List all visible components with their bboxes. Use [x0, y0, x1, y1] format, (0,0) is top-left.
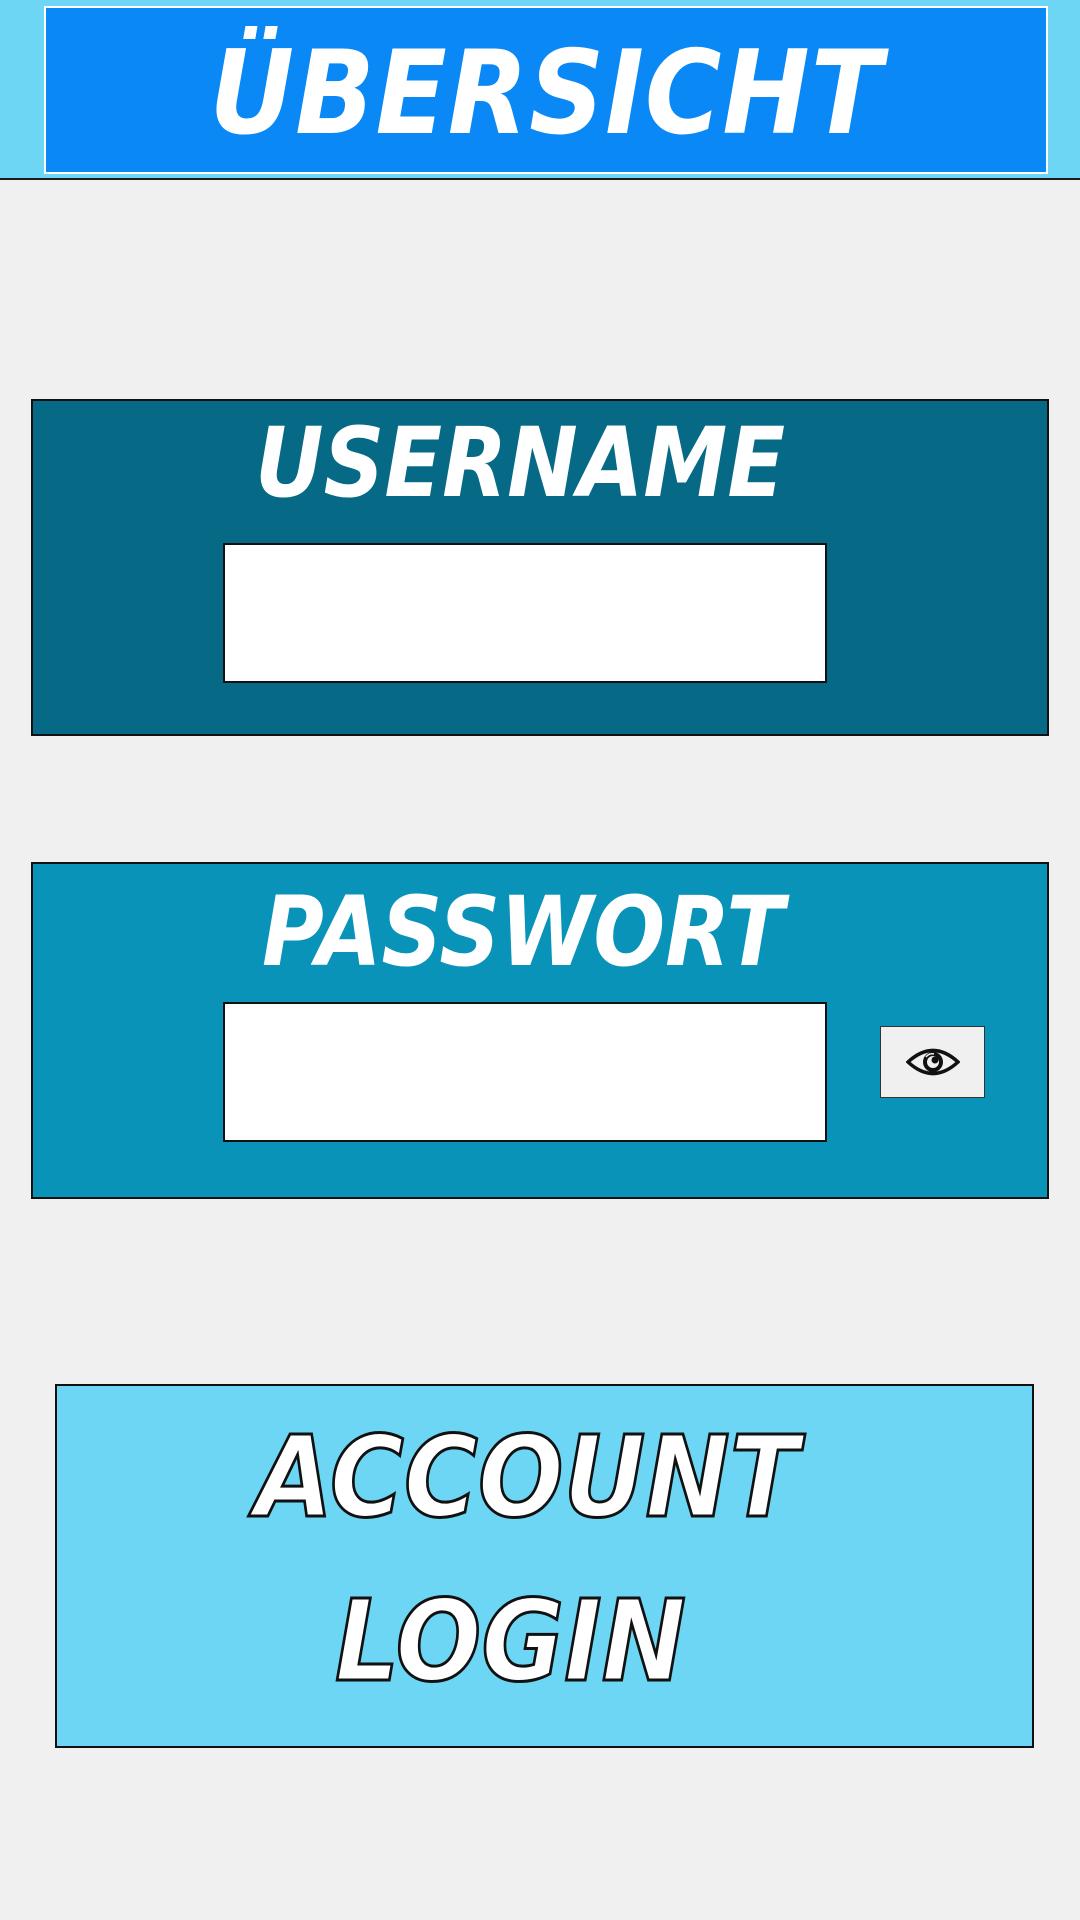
header-band: ÜBERSICHT	[0, 0, 1080, 180]
login-button-line-2: LOGIN	[334, 1577, 688, 1707]
password-label: PASSWORT	[261, 876, 785, 988]
login-button-line-1: ACCOUNT	[254, 1413, 800, 1543]
page-title-box: ÜBERSICHT	[44, 6, 1048, 174]
password-input[interactable]	[223, 1002, 827, 1142]
username-input[interactable]	[223, 543, 827, 683]
password-panel: PASSWORT	[31, 862, 1049, 1199]
account-login-button[interactable]: ACCOUNT LOGIN	[55, 1384, 1034, 1748]
page-title: ÜBERSICHT	[209, 26, 883, 161]
username-panel: USERNAME	[31, 399, 1049, 736]
show-password-button[interactable]	[880, 1026, 985, 1098]
username-label: USERNAME	[254, 407, 786, 519]
eye-icon	[905, 1048, 960, 1076]
